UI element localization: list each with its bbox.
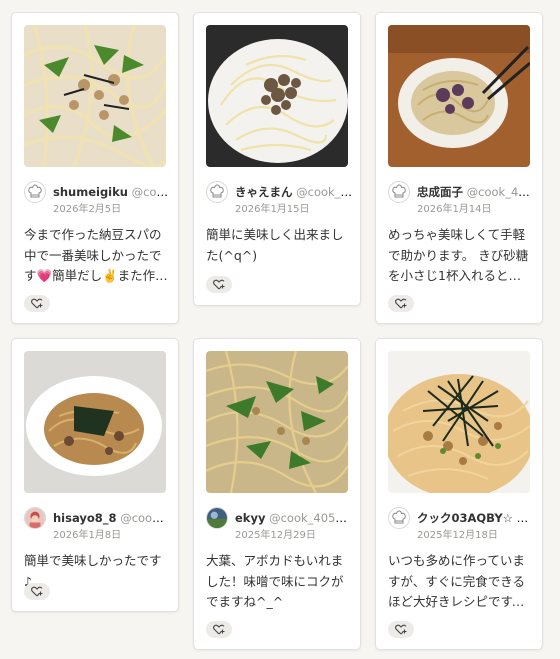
author-name-line[interactable]: hisayo8_8 @cook_4... — [53, 510, 170, 526]
like-button[interactable] — [388, 295, 414, 312]
heart-plus-icon — [31, 298, 43, 309]
dish-photo-image — [206, 351, 348, 493]
review-card-4[interactable]: hisayo8_8 @cook_4... 2026年1月8日 簡単で美味しかった… — [11, 338, 179, 612]
author-name[interactable]: 忠成面子 — [417, 185, 463, 199]
chef-hat-icon[interactable] — [206, 181, 228, 203]
author-name-line[interactable]: ekyy @cook_40538... — [235, 510, 352, 526]
dish-photo-image — [24, 351, 166, 493]
review-card-5[interactable]: ekyy @cook_40538... 2025年12月29日 大葉、アボカドも… — [193, 338, 361, 650]
chef-hat-icon[interactable] — [388, 181, 410, 203]
author-name-line[interactable]: shumeigiku @cook_... — [53, 184, 170, 200]
dish-photo-image — [388, 25, 530, 167]
dish-photo[interactable] — [24, 25, 166, 167]
author-name-line[interactable]: クック03AQBY☆ @c... — [417, 510, 534, 526]
review-comment: 今まで作った納豆スパの中で一番美味しかったです💗簡単だし✌️また作りたいです — [24, 227, 168, 283]
dish-photo[interactable] — [24, 351, 166, 493]
author-name-line[interactable]: きゃえまん @cook_4... — [235, 184, 352, 200]
chef-hat-icon[interactable] — [388, 507, 410, 529]
review-comment: めっちゃ美味しくて手軽で助かります。 きび砂糖を小さじ1杯入れるとコクが出ます — [388, 227, 529, 283]
heart-plus-icon — [395, 298, 407, 309]
author-id: @cook_411... — [466, 185, 534, 199]
heart-plus-icon — [31, 586, 43, 597]
author-name-line[interactable]: 忠成面子 @cook_411... — [417, 184, 534, 200]
review-comment: 簡単に美味しく出来ました(^q^) — [206, 227, 344, 263]
author-id: @cook_... — [131, 185, 170, 199]
author-name[interactable]: hisayo8_8 — [53, 511, 117, 525]
like-button[interactable] — [206, 621, 232, 638]
author-name[interactable]: きゃえまん — [235, 185, 293, 199]
review-comment: いつも多めに作っていますが、すぐに完食できるほど大好きレシピです。今日もまた作り… — [388, 553, 526, 609]
author-id: @cook_4... — [120, 511, 170, 525]
like-button[interactable] — [24, 295, 50, 312]
dish-photo[interactable] — [388, 25, 530, 167]
review-date: 2026年2月5日 — [53, 204, 122, 215]
dish-photo[interactable] — [206, 25, 348, 167]
review-date: 2026年1月14日 — [417, 204, 492, 215]
dish-photo-image — [206, 25, 348, 167]
like-button[interactable] — [24, 583, 50, 600]
review-comment: 大葉、アボカドもいれました！味噌で味にコクがでますね^_^ — [206, 553, 344, 609]
review-date: 2026年1月8日 — [53, 530, 122, 541]
heart-plus-icon — [395, 624, 407, 635]
review-card-3[interactable]: 忠成面子 @cook_411... 2026年1月14日 めっちゃ美味しくて手軽… — [375, 12, 543, 324]
heart-plus-icon — [213, 279, 225, 290]
like-button[interactable] — [388, 621, 414, 638]
like-button[interactable] — [206, 276, 232, 293]
dish-photo[interactable] — [388, 351, 530, 493]
user-avatar[interactable] — [24, 507, 46, 529]
chef-hat-icon[interactable] — [24, 181, 46, 203]
user-avatar[interactable] — [206, 507, 228, 529]
author-name[interactable]: shumeigiku — [53, 185, 128, 199]
review-card-1[interactable]: shumeigiku @cook_... 2026年2月5日 今まで作った納豆ス… — [11, 12, 179, 324]
author-id: @cook_40538... — [269, 511, 352, 525]
author-id: @c... — [516, 511, 534, 525]
review-card-2[interactable]: きゃえまん @cook_4... 2026年1月15日 簡単に美味しく出来ました… — [193, 12, 361, 306]
review-date: 2025年12月18日 — [417, 530, 498, 541]
review-date: 2026年1月15日 — [235, 204, 310, 215]
dish-photo[interactable] — [206, 351, 348, 493]
dish-photo-image — [388, 351, 530, 493]
author-name[interactable]: ekyy — [235, 511, 265, 525]
author-name[interactable]: クック03AQBY☆ — [417, 511, 513, 525]
dish-photo-image — [24, 25, 166, 167]
review-date: 2025年12月29日 — [235, 530, 316, 541]
review-card-6[interactable]: クック03AQBY☆ @c... 2025年12月18日 いつも多めに作っていま… — [375, 338, 543, 650]
author-id: @cook_4... — [296, 185, 352, 199]
heart-plus-icon — [213, 624, 225, 635]
